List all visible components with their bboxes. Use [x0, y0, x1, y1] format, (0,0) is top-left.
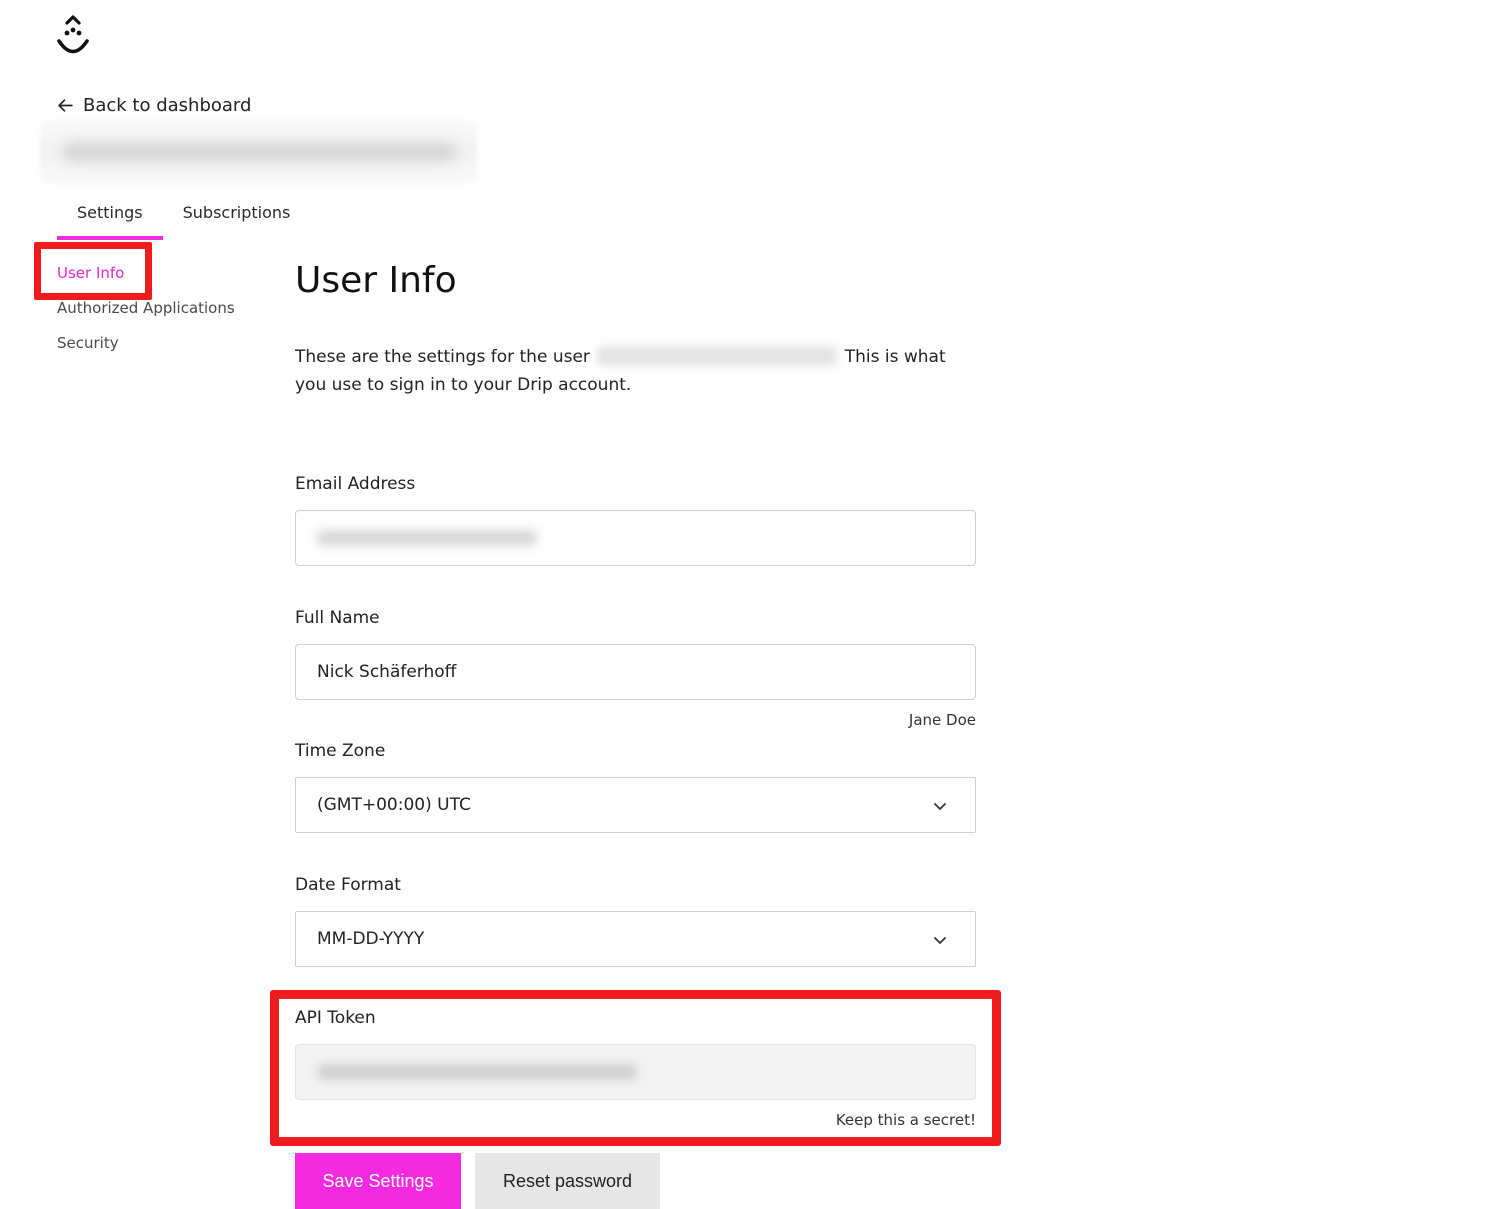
- full-name-label: Full Name: [295, 608, 380, 628]
- back-to-dashboard-link[interactable]: Back to dashboard: [57, 95, 251, 116]
- sidebar-item-user-info[interactable]: User Info: [57, 262, 235, 297]
- email-field-group: Email Address: [295, 474, 976, 566]
- date-format-label: Date Format: [295, 875, 401, 895]
- time-zone-field-group: Time Zone (GMT+00:00) UTC: [295, 741, 976, 833]
- api-token-field-group: API Token Keep this a secret!: [295, 1008, 976, 1129]
- drip-logo-icon: [57, 15, 89, 54]
- time-zone-value: (GMT+00:00) UTC: [317, 795, 471, 815]
- full-name-hint: Jane Doe: [908, 711, 976, 729]
- sidebar-item-security[interactable]: Security: [57, 332, 235, 367]
- full-name-value: Nick Schäferhoff: [317, 662, 457, 682]
- chevron-down-icon: [934, 803, 946, 810]
- api-token-value-redacted: [317, 1064, 637, 1080]
- full-name-input[interactable]: Nick Schäferhoff: [295, 644, 976, 700]
- settings-side-nav: User Info Authorized Applications Securi…: [57, 262, 235, 367]
- intro-text-before: These are the settings for the user: [295, 347, 590, 367]
- user-email-redacted: [597, 346, 838, 366]
- sidebar-item-authorized-applications[interactable]: Authorized Applications: [57, 297, 235, 332]
- main-content: User Info These are the settings for the…: [295, 258, 976, 399]
- date-format-field-group: Date Format MM-DD-YYYY: [295, 875, 976, 967]
- tab-settings[interactable]: Settings: [57, 196, 163, 240]
- date-format-select[interactable]: MM-DD-YYYY: [295, 911, 976, 967]
- tab-bar: Settings Subscriptions: [57, 196, 310, 240]
- tab-subscriptions[interactable]: Subscriptions: [163, 196, 311, 240]
- arrow-left-icon: [58, 99, 73, 112]
- intro-text: These are the settings for the user This…: [295, 343, 976, 399]
- email-label: Email Address: [295, 474, 416, 494]
- email-value-redacted: [317, 530, 537, 546]
- time-zone-select[interactable]: (GMT+00:00) UTC: [295, 777, 976, 833]
- save-settings-button[interactable]: Save Settings: [295, 1153, 461, 1209]
- api-token-input[interactable]: [295, 1044, 976, 1100]
- back-to-dashboard-label: Back to dashboard: [83, 95, 252, 116]
- email-input[interactable]: [295, 510, 976, 566]
- api-token-label: API Token: [295, 1008, 376, 1028]
- date-format-value: MM-DD-YYYY: [317, 929, 425, 949]
- chevron-down-icon: [934, 937, 946, 944]
- time-zone-label: Time Zone: [295, 741, 386, 761]
- full-name-field-group: Full Name Nick Schäferhoff Jane Doe: [295, 608, 976, 729]
- reset-password-button[interactable]: Reset password: [475, 1153, 660, 1209]
- account-name-redacted: [40, 120, 477, 184]
- api-token-hint: Keep this a secret!: [835, 1111, 976, 1129]
- page-title: User Info: [295, 260, 457, 301]
